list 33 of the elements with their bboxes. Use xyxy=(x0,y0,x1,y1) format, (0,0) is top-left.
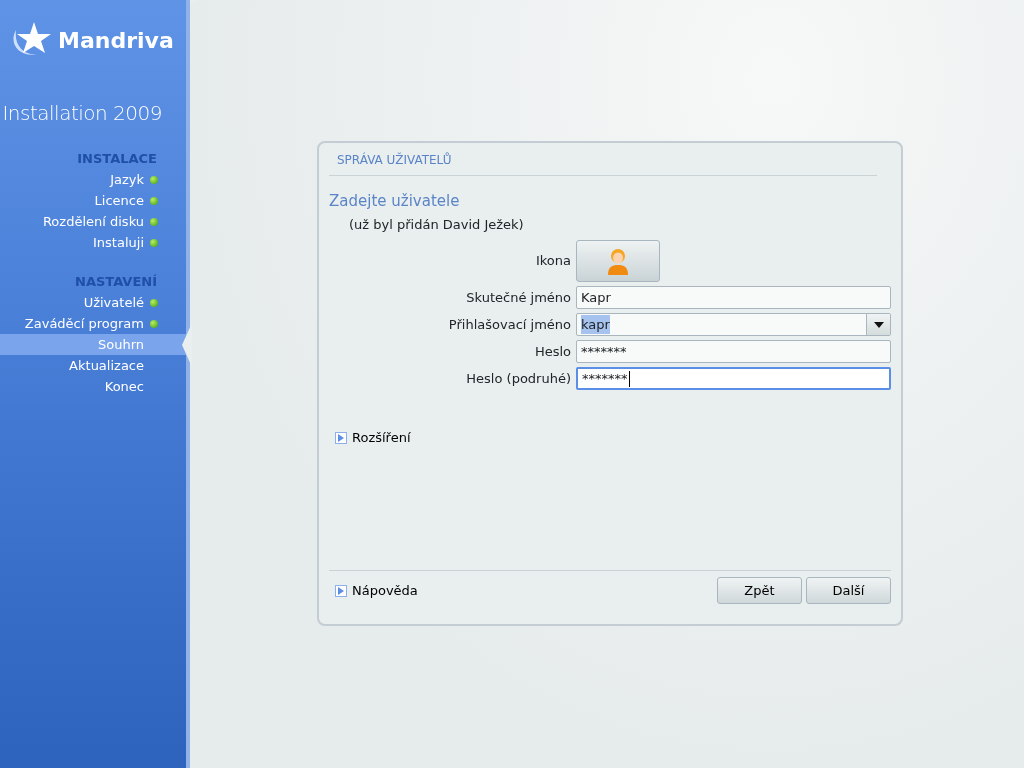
field-label: Heslo xyxy=(533,342,571,361)
sidebar-section-heading: INSTALACE xyxy=(76,150,158,168)
brand-logo-text: Mandriva xyxy=(58,26,174,55)
form-heading: Zadejte uživatele xyxy=(329,191,461,212)
sidebar-item[interactable]: Licence xyxy=(0,190,186,211)
input-field[interactable]: ******* xyxy=(576,340,891,363)
note-text: (už byl přidán David Ježek) xyxy=(349,215,525,234)
field-label: Heslo (podruhé) xyxy=(465,369,571,388)
field-label: Skutečné jméno xyxy=(465,288,571,307)
caret-icon xyxy=(873,321,884,328)
sidebar-item[interactable]: Jazyk xyxy=(0,169,186,190)
field-label: Přihlašovací jméno xyxy=(447,315,571,334)
help-expander[interactable]: Nápověda xyxy=(335,580,418,601)
sidebar-item[interactable]: Aktualizace xyxy=(0,355,186,376)
advanced-expander[interactable]: Rozšíření xyxy=(335,428,891,448)
dialog-title: SPRÁVA UŽIVATELŮ xyxy=(329,151,877,176)
expander-arrow-icon xyxy=(335,431,347,444)
text-cursor xyxy=(628,370,630,387)
person-icon xyxy=(607,247,629,275)
dialog-button[interactable]: Další xyxy=(806,577,891,604)
input-field[interactable]: Kapr xyxy=(576,286,891,309)
installation-title: Installation 2009 xyxy=(1,100,163,127)
login-name-combo-box[interactable]: kapr xyxy=(576,313,891,336)
sidebar-item[interactable]: Zaváděcí program xyxy=(0,313,186,334)
sidebar-item[interactable]: Uživatelé xyxy=(0,292,186,313)
sidebar-item[interactable]: Rozdělení disku xyxy=(0,211,186,232)
field-label: Ikona xyxy=(534,252,571,271)
sidebar-item[interactable]: Konec xyxy=(0,376,186,397)
expander-arrow-icon xyxy=(335,584,347,597)
dropdown-button[interactable] xyxy=(866,314,890,335)
dialog-button[interactable]: Zpět xyxy=(717,577,802,604)
input-field[interactable]: ******* xyxy=(576,367,891,390)
sidebar-item[interactable]: Instaluji xyxy=(0,232,186,253)
